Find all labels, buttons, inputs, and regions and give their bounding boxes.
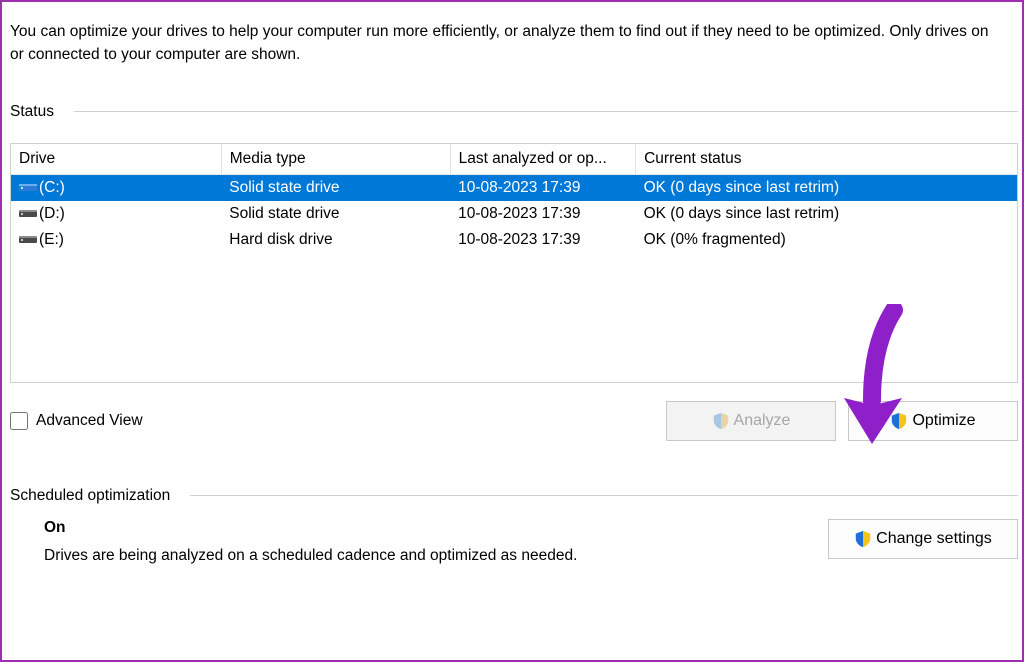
advanced-view-label: Advanced View (36, 412, 143, 430)
divider-line (74, 111, 1018, 112)
analyze-label: Analyze (734, 412, 791, 430)
shield-icon (712, 412, 730, 430)
controls-row: Advanced View Analyze Optimize (10, 401, 1018, 441)
col-last-analyzed[interactable]: Last analyzed or op... (450, 144, 636, 175)
scheduled-on-label: On (44, 519, 816, 537)
drive-label: (D:) (39, 205, 65, 222)
drive-media: Hard disk drive (221, 227, 450, 253)
optimize-label: Optimize (912, 412, 975, 430)
drive-label: (C:) (39, 179, 65, 196)
table-row[interactable]: (E:) Hard disk drive10-08-2023 17:39OK (0… (11, 227, 1017, 253)
status-header-row: Status (10, 103, 1018, 121)
status-header-label: Status (10, 103, 54, 121)
drives-table-wrap: Drive Media type Last analyzed or op... … (10, 143, 1018, 383)
drive-icon (19, 233, 37, 245)
drive-icon (19, 181, 37, 193)
table-row[interactable]: (C:) Solid state drive10-08-2023 17:39OK … (11, 174, 1017, 201)
scheduled-header-label: Scheduled optimization (10, 487, 170, 505)
drive-icon (19, 207, 37, 219)
scheduled-desc: Drives are being analyzed on a scheduled… (44, 547, 816, 565)
drive-status: OK (0 days since last retrim) (636, 201, 1017, 227)
table-row[interactable]: (D:) Solid state drive10-08-2023 17:39OK … (11, 201, 1017, 227)
advanced-view-checkbox[interactable]: Advanced View (10, 412, 143, 430)
drive-media: Solid state drive (221, 174, 450, 201)
divider-line (190, 495, 1018, 496)
col-media-type[interactable]: Media type (221, 144, 450, 175)
drive-status: OK (0% fragmented) (636, 227, 1017, 253)
drives-table[interactable]: Drive Media type Last analyzed or op... … (11, 144, 1017, 253)
analyze-button: Analyze (666, 401, 836, 441)
table-header-row: Drive Media type Last analyzed or op... … (11, 144, 1017, 175)
change-settings-button[interactable]: Change settings (828, 519, 1018, 559)
intro-text: You can optimize your drives to help you… (10, 20, 1018, 67)
optimize-button[interactable]: Optimize (848, 401, 1018, 441)
shield-icon (890, 412, 908, 430)
col-drive[interactable]: Drive (11, 144, 221, 175)
drive-label: (E:) (39, 231, 64, 248)
shield-icon (854, 530, 872, 548)
scheduled-header-row: Scheduled optimization (10, 487, 1018, 505)
change-settings-label: Change settings (876, 530, 992, 548)
scheduled-section: Scheduled optimization On Drives are bei… (10, 487, 1018, 565)
drive-last: 10-08-2023 17:39 (450, 201, 636, 227)
drive-last: 10-08-2023 17:39 (450, 227, 636, 253)
drive-media: Solid state drive (221, 201, 450, 227)
drive-status: OK (0 days since last retrim) (636, 174, 1017, 201)
drive-last: 10-08-2023 17:39 (450, 174, 636, 201)
advanced-view-input[interactable] (10, 412, 28, 430)
col-current-status[interactable]: Current status (636, 144, 1017, 175)
